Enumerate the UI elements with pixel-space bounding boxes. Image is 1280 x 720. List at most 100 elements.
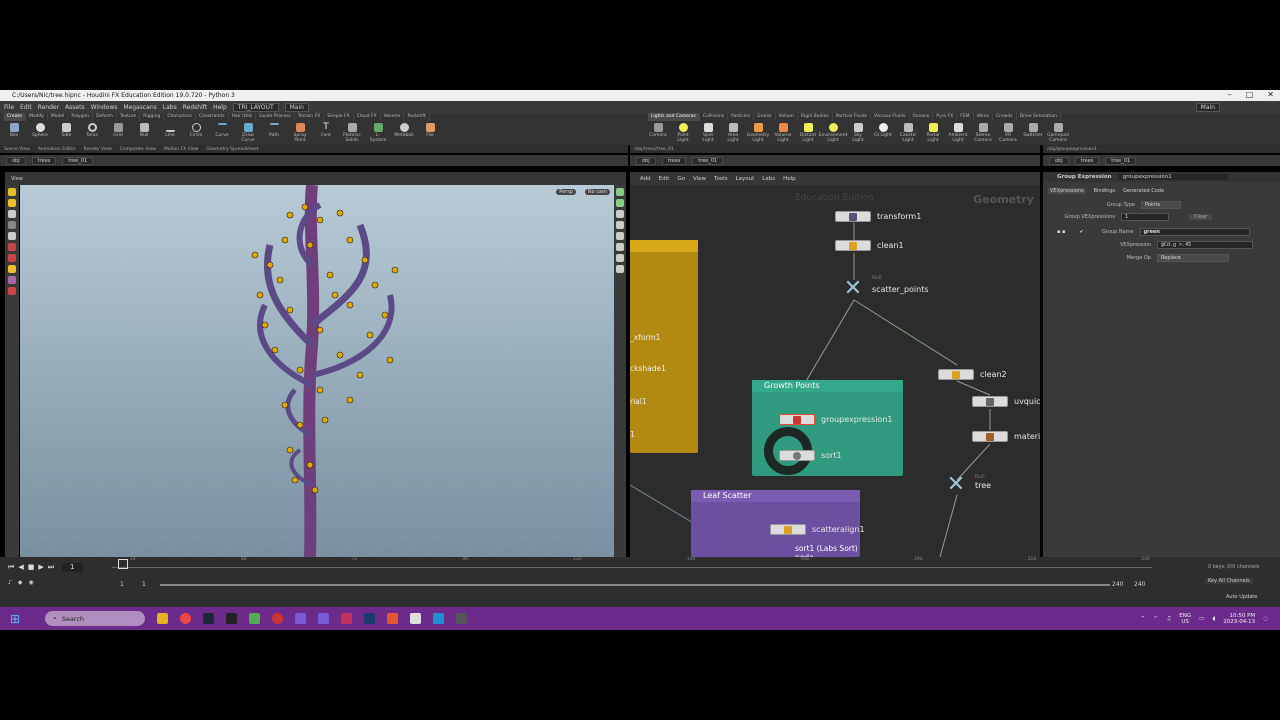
network-editor[interactable]: Education Edition Geometry _xform1 cksha… bbox=[630, 185, 1040, 557]
shelf-tab[interactable]: Collisions bbox=[700, 113, 729, 121]
node-material[interactable]: materia bbox=[972, 431, 1040, 442]
key-all-channels[interactable]: Key All Channels bbox=[1205, 578, 1253, 584]
app-icon[interactable] bbox=[410, 613, 422, 624]
shelf-tab[interactable]: Particles bbox=[728, 113, 755, 121]
shelf-tab[interactable]: Particle Fluids bbox=[833, 113, 871, 121]
view-tool-icon[interactable] bbox=[8, 221, 16, 229]
brush-icon[interactable] bbox=[8, 265, 16, 273]
net-menu-go[interactable]: Go bbox=[677, 176, 685, 182]
menu-labs[interactable]: Labs bbox=[163, 104, 177, 111]
menu-windows[interactable]: Windows bbox=[91, 104, 118, 111]
display-icon[interactable] bbox=[616, 221, 624, 229]
tool-distant-light[interactable]: Distant Light bbox=[798, 123, 818, 145]
step-back-icon[interactable]: ◀ bbox=[18, 563, 23, 572]
close-icon[interactable]: ✕ bbox=[1267, 90, 1274, 99]
tool-font[interactable]: T Font bbox=[316, 123, 336, 145]
tool-caustic-light[interactable]: Caustic Light bbox=[898, 123, 918, 145]
node-body[interactable] bbox=[770, 524, 806, 535]
tool-camera[interactable]: Camera bbox=[648, 123, 668, 145]
select-icon[interactable] bbox=[8, 188, 16, 196]
tool-sphere[interactable]: Sphere bbox=[30, 123, 50, 145]
menu-edit[interactable]: Edit bbox=[20, 104, 32, 111]
notification-icon[interactable]: ◌ bbox=[1263, 616, 1268, 622]
path-trees[interactable]: trees bbox=[1074, 156, 1100, 165]
node-scatter-points[interactable]: ✕ scatter_points bbox=[840, 278, 929, 300]
minimize-icon[interactable]: – bbox=[1228, 90, 1232, 99]
node-body[interactable] bbox=[835, 211, 871, 222]
lock-icon[interactable] bbox=[8, 232, 16, 240]
path-trees[interactable]: trees bbox=[31, 156, 57, 165]
app-icon[interactable] bbox=[226, 613, 238, 624]
network-icon[interactable]: ▭ bbox=[1199, 616, 1204, 622]
shelf-tab[interactable]: Grains bbox=[754, 113, 776, 121]
app-icon[interactable] bbox=[318, 613, 330, 624]
shelf-tab[interactable]: Rigid Bodies bbox=[798, 113, 833, 121]
tool-torus[interactable]: Torus bbox=[82, 123, 102, 145]
app-icon[interactable] bbox=[272, 613, 284, 624]
tool-grid[interactable]: Grid bbox=[108, 123, 128, 145]
shelf-tab[interactable]: Constraints bbox=[196, 113, 229, 121]
auto-update[interactable]: Auto Update bbox=[1226, 594, 1257, 600]
tool-portal-light[interactable]: Portal Light bbox=[923, 123, 943, 145]
tool-box[interactable]: Box bbox=[4, 123, 24, 145]
shelf-tab[interactable]: Cloud FX bbox=[354, 113, 381, 121]
multiparm-remove-icon[interactable]: ▪ ▪ bbox=[1057, 229, 1065, 235]
net-menu-add[interactable]: Add bbox=[640, 176, 651, 182]
photoshop-icon[interactable] bbox=[364, 613, 376, 624]
tab-motion-fx-view[interactable]: Motion FX View bbox=[164, 147, 198, 152]
shelf-tab[interactable]: Rigging bbox=[140, 113, 165, 121]
network-path-tab[interactable]: /obj/trees/tree_01 bbox=[634, 147, 674, 152]
node-transform1[interactable]: transform1 bbox=[835, 211, 921, 222]
tool-volume-light[interactable]: Volume Light bbox=[773, 123, 793, 145]
tool-null[interactable]: Null bbox=[134, 123, 154, 145]
volume-icon[interactable]: ♫ bbox=[1166, 616, 1171, 622]
range-slider[interactable] bbox=[160, 584, 1110, 586]
app-icon[interactable] bbox=[456, 613, 468, 624]
realtime-icon[interactable]: ◉ bbox=[28, 579, 33, 586]
persp-menu[interactable]: Persp bbox=[556, 189, 576, 195]
clock[interactable]: 10:50 PM 2023-04-13 bbox=[1223, 613, 1255, 625]
merge-op-select[interactable]: Replace bbox=[1157, 254, 1229, 262]
node-body[interactable] bbox=[779, 450, 815, 461]
shelf-tab[interactable]: Model bbox=[48, 113, 69, 121]
jump-end-icon[interactable]: ⏭ bbox=[48, 563, 54, 572]
range-end[interactable]: 240 bbox=[1112, 581, 1123, 588]
node-body[interactable] bbox=[938, 369, 974, 380]
pose-icon[interactable] bbox=[8, 210, 16, 218]
node-body[interactable] bbox=[835, 240, 871, 251]
tab-generated-code[interactable]: Generated Code bbox=[1123, 188, 1164, 194]
display-icon[interactable] bbox=[616, 232, 624, 240]
timeline-track[interactable] bbox=[112, 567, 1152, 568]
display-icon[interactable] bbox=[616, 199, 624, 207]
net-menu-layout[interactable]: Layout bbox=[736, 176, 755, 182]
main-selector[interactable]: Main bbox=[284, 102, 309, 112]
scene-viewport[interactable]: Persp No cam bbox=[20, 185, 614, 557]
keyframe-icon[interactable]: ◆ bbox=[18, 579, 23, 586]
shelf-tab[interactable]: Redshift bbox=[404, 113, 430, 121]
shelf-tab[interactable]: Texture bbox=[117, 113, 141, 121]
vexpression-field[interactable]: @Cd.g >.45 bbox=[1157, 241, 1253, 249]
param-path-tab[interactable]: /obj/groupexpression1 bbox=[1047, 147, 1097, 152]
tool-vr-camera[interactable]: VR Camera bbox=[998, 123, 1018, 145]
tool-env-light[interactable]: Environment Light bbox=[819, 123, 847, 145]
taskbar-search[interactable]: ⌕ Search bbox=[45, 611, 146, 626]
tool-sky-light[interactable]: Sky Light bbox=[848, 123, 868, 145]
path-tree01[interactable]: tree_01 bbox=[62, 156, 94, 165]
tool-curve[interactable]: Curve bbox=[212, 123, 232, 145]
tab-scene-view[interactable]: Scene View bbox=[4, 147, 30, 152]
stop-icon[interactable]: ■ bbox=[28, 563, 35, 572]
windows-start-icon[interactable]: ⊞ bbox=[10, 612, 20, 626]
tool-file[interactable]: File bbox=[420, 123, 440, 145]
node-body[interactable] bbox=[972, 396, 1008, 407]
net-menu-edit[interactable]: Edit bbox=[659, 176, 670, 182]
shelf-tab[interactable]: Vellum bbox=[776, 113, 798, 121]
display-icon[interactable] bbox=[616, 265, 624, 273]
node-clean1[interactable]: clean1 bbox=[835, 240, 904, 251]
tool-draw-curve[interactable]: Draw Curve bbox=[238, 123, 258, 145]
clear-button[interactable]: Clear bbox=[1189, 214, 1213, 220]
group-name-field[interactable]: green bbox=[1139, 228, 1250, 236]
language-indicator[interactable]: ENG US bbox=[1179, 613, 1191, 625]
speaker-icon[interactable]: ◖ bbox=[1212, 616, 1215, 622]
app-icon[interactable] bbox=[433, 613, 445, 624]
tool-stereo-camera[interactable]: Stereo Camera bbox=[973, 123, 993, 145]
